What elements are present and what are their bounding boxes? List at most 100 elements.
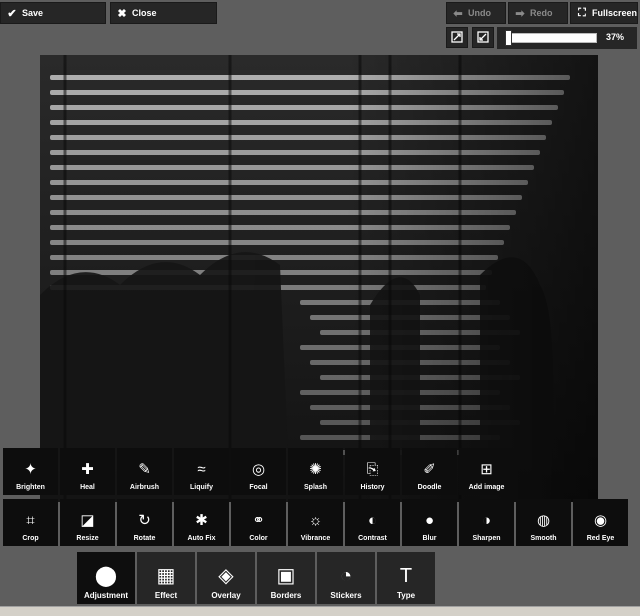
tool-label: Heal [80, 484, 95, 491]
doodle-icon: ✐ [423, 461, 436, 478]
color-icon: ⚭ [252, 512, 265, 529]
border-icon: ▣ [276, 565, 296, 587]
sparkle-icon: ✦ [24, 461, 37, 478]
tool-label: Smooth [530, 535, 557, 542]
sticker-icon: ◔ [339, 565, 353, 587]
airbrush-icon: ✎ [138, 461, 151, 478]
zoom-slider-track[interactable] [505, 33, 597, 43]
tool-label: Focal [249, 484, 268, 491]
tool-label: Contrast [358, 535, 387, 542]
target-icon: ◎ [251, 461, 266, 478]
tab-adjustment[interactable]: ⬤ Adjustment [77, 552, 135, 604]
close-icon: ✖ [117, 7, 127, 20]
expand-icon: ⛶ [578, 6, 586, 19]
actual-size-button[interactable] [472, 27, 494, 48]
tool-label: Rotate [133, 535, 156, 542]
tool-smooth[interactable]: ◍ Smooth [516, 499, 571, 546]
contrast-icon: ◐ [367, 512, 378, 529]
tool-doodle[interactable]: ✐ Doodle [402, 448, 457, 495]
sharpen-icon: ◑ [481, 512, 492, 529]
layers-icon: ◈ [218, 565, 234, 587]
zoom-control: 37% [497, 27, 637, 49]
tab-label: Type [396, 591, 416, 600]
tab-label: Effect [154, 591, 178, 600]
tool-sharpen[interactable]: ◑ Sharpen [459, 499, 514, 546]
film-icon: ▦ [156, 565, 176, 587]
smooth-icon: ◍ [536, 512, 551, 529]
tool-label: Blur [422, 535, 437, 542]
arrow-right-icon: ➡ [515, 7, 525, 20]
tool-splash[interactable]: ✺ Splash [288, 448, 343, 495]
save-button[interactable]: ✔ Save [0, 2, 106, 24]
tab-overlay[interactable]: ◈ Overlay [197, 552, 255, 604]
tool-label: Vibrance [300, 535, 331, 542]
undo-button[interactable]: ⬅ Undo [446, 2, 506, 24]
tab-label: Overlay [211, 591, 241, 600]
tab-effect[interactable]: ▦ Effect [137, 552, 195, 604]
tool-label: Resize [76, 535, 99, 542]
tool-blur[interactable]: ● Blur [402, 499, 457, 546]
tool-brighten[interactable]: ✦ Brighten [3, 448, 58, 495]
arrow-left-icon: ⬅ [453, 7, 463, 20]
tool-liquify[interactable]: ≈ Liquify [174, 448, 229, 495]
fullscreen-button[interactable]: ⛶ Fullscreen [570, 2, 638, 24]
tool-heal[interactable]: ✚ Heal [60, 448, 115, 495]
undo-label: Undo [468, 8, 491, 18]
tool-label: History [360, 484, 385, 491]
close-label: Close [132, 8, 157, 18]
zoom-percent: 37% [605, 32, 624, 42]
rotate-icon: ↻ [138, 512, 151, 529]
tool-focal[interactable]: ◎ Focal [231, 448, 286, 495]
tab-label: Stickers [330, 591, 362, 600]
tool-add-image[interactable]: ⊞ Add image [459, 448, 514, 495]
tool-rotate[interactable]: ↻ Rotate [117, 499, 172, 546]
redo-label: Redo [530, 8, 553, 18]
tool-contrast[interactable]: ◐ Contrast [345, 499, 400, 546]
adjustment-icon: ⬤ [94, 565, 118, 587]
actual-size-icon [477, 31, 489, 43]
resize-icon: ◪ [80, 512, 95, 529]
tab-stickers[interactable]: ◔ Stickers [317, 552, 375, 604]
fit-screen-icon [451, 31, 463, 43]
redo-button[interactable]: ➡ Redo [508, 2, 568, 24]
tool-resize[interactable]: ◪ Resize [60, 499, 115, 546]
tool-crop[interactable]: ⌗ Crop [3, 499, 58, 546]
tool-label: Sharpen [472, 535, 501, 542]
auto-fix-icon: ✱ [195, 512, 208, 529]
tab-label: Borders [270, 591, 302, 600]
photo-canvas[interactable] [40, 55, 598, 502]
fullscreen-label: Fullscreen [591, 8, 637, 18]
add-image-icon: ⊞ [480, 461, 493, 478]
tool-label: Liquify [190, 484, 213, 491]
tool-label: Airbrush [129, 484, 160, 491]
tool-vibrance[interactable]: ☼ Vibrance [288, 499, 343, 546]
tool-label: Auto Fix [187, 535, 216, 542]
tool-label: Splash [304, 484, 327, 491]
tool-label: Brighten [16, 484, 45, 491]
tool-color[interactable]: ⚭ Color [231, 499, 286, 546]
fit-screen-button[interactable] [446, 27, 468, 48]
tool-history[interactable]: ⎘ History [345, 448, 400, 495]
tool-label: Doodle [417, 484, 442, 491]
tab-label: Adjustment [84, 591, 128, 600]
check-icon: ✔ [7, 7, 17, 20]
tool-label: Red Eye [586, 535, 615, 542]
wave-icon: ≈ [197, 461, 206, 478]
tool-label: Color [249, 535, 268, 542]
splash-icon: ✺ [309, 461, 322, 478]
history-icon: ⎘ [366, 461, 379, 478]
photo-image [40, 55, 598, 502]
bandage-icon: ✚ [81, 461, 94, 478]
blur-icon: ● [424, 512, 435, 529]
eye-icon: ◉ [593, 512, 608, 529]
zoom-slider-handle[interactable] [505, 30, 512, 46]
tool-auto-fix[interactable]: ✱ Auto Fix [174, 499, 229, 546]
tab-borders[interactable]: ▣ Borders [257, 552, 315, 604]
type-icon: T [399, 565, 413, 587]
tool-red-eye[interactable]: ◉ Red Eye [573, 499, 628, 546]
tab-type[interactable]: T Type [377, 552, 435, 604]
tool-label: Add image [468, 484, 505, 491]
close-button[interactable]: ✖ Close [110, 2, 217, 24]
crop-icon: ⌗ [26, 512, 35, 529]
tool-airbrush[interactable]: ✎ Airbrush [117, 448, 172, 495]
